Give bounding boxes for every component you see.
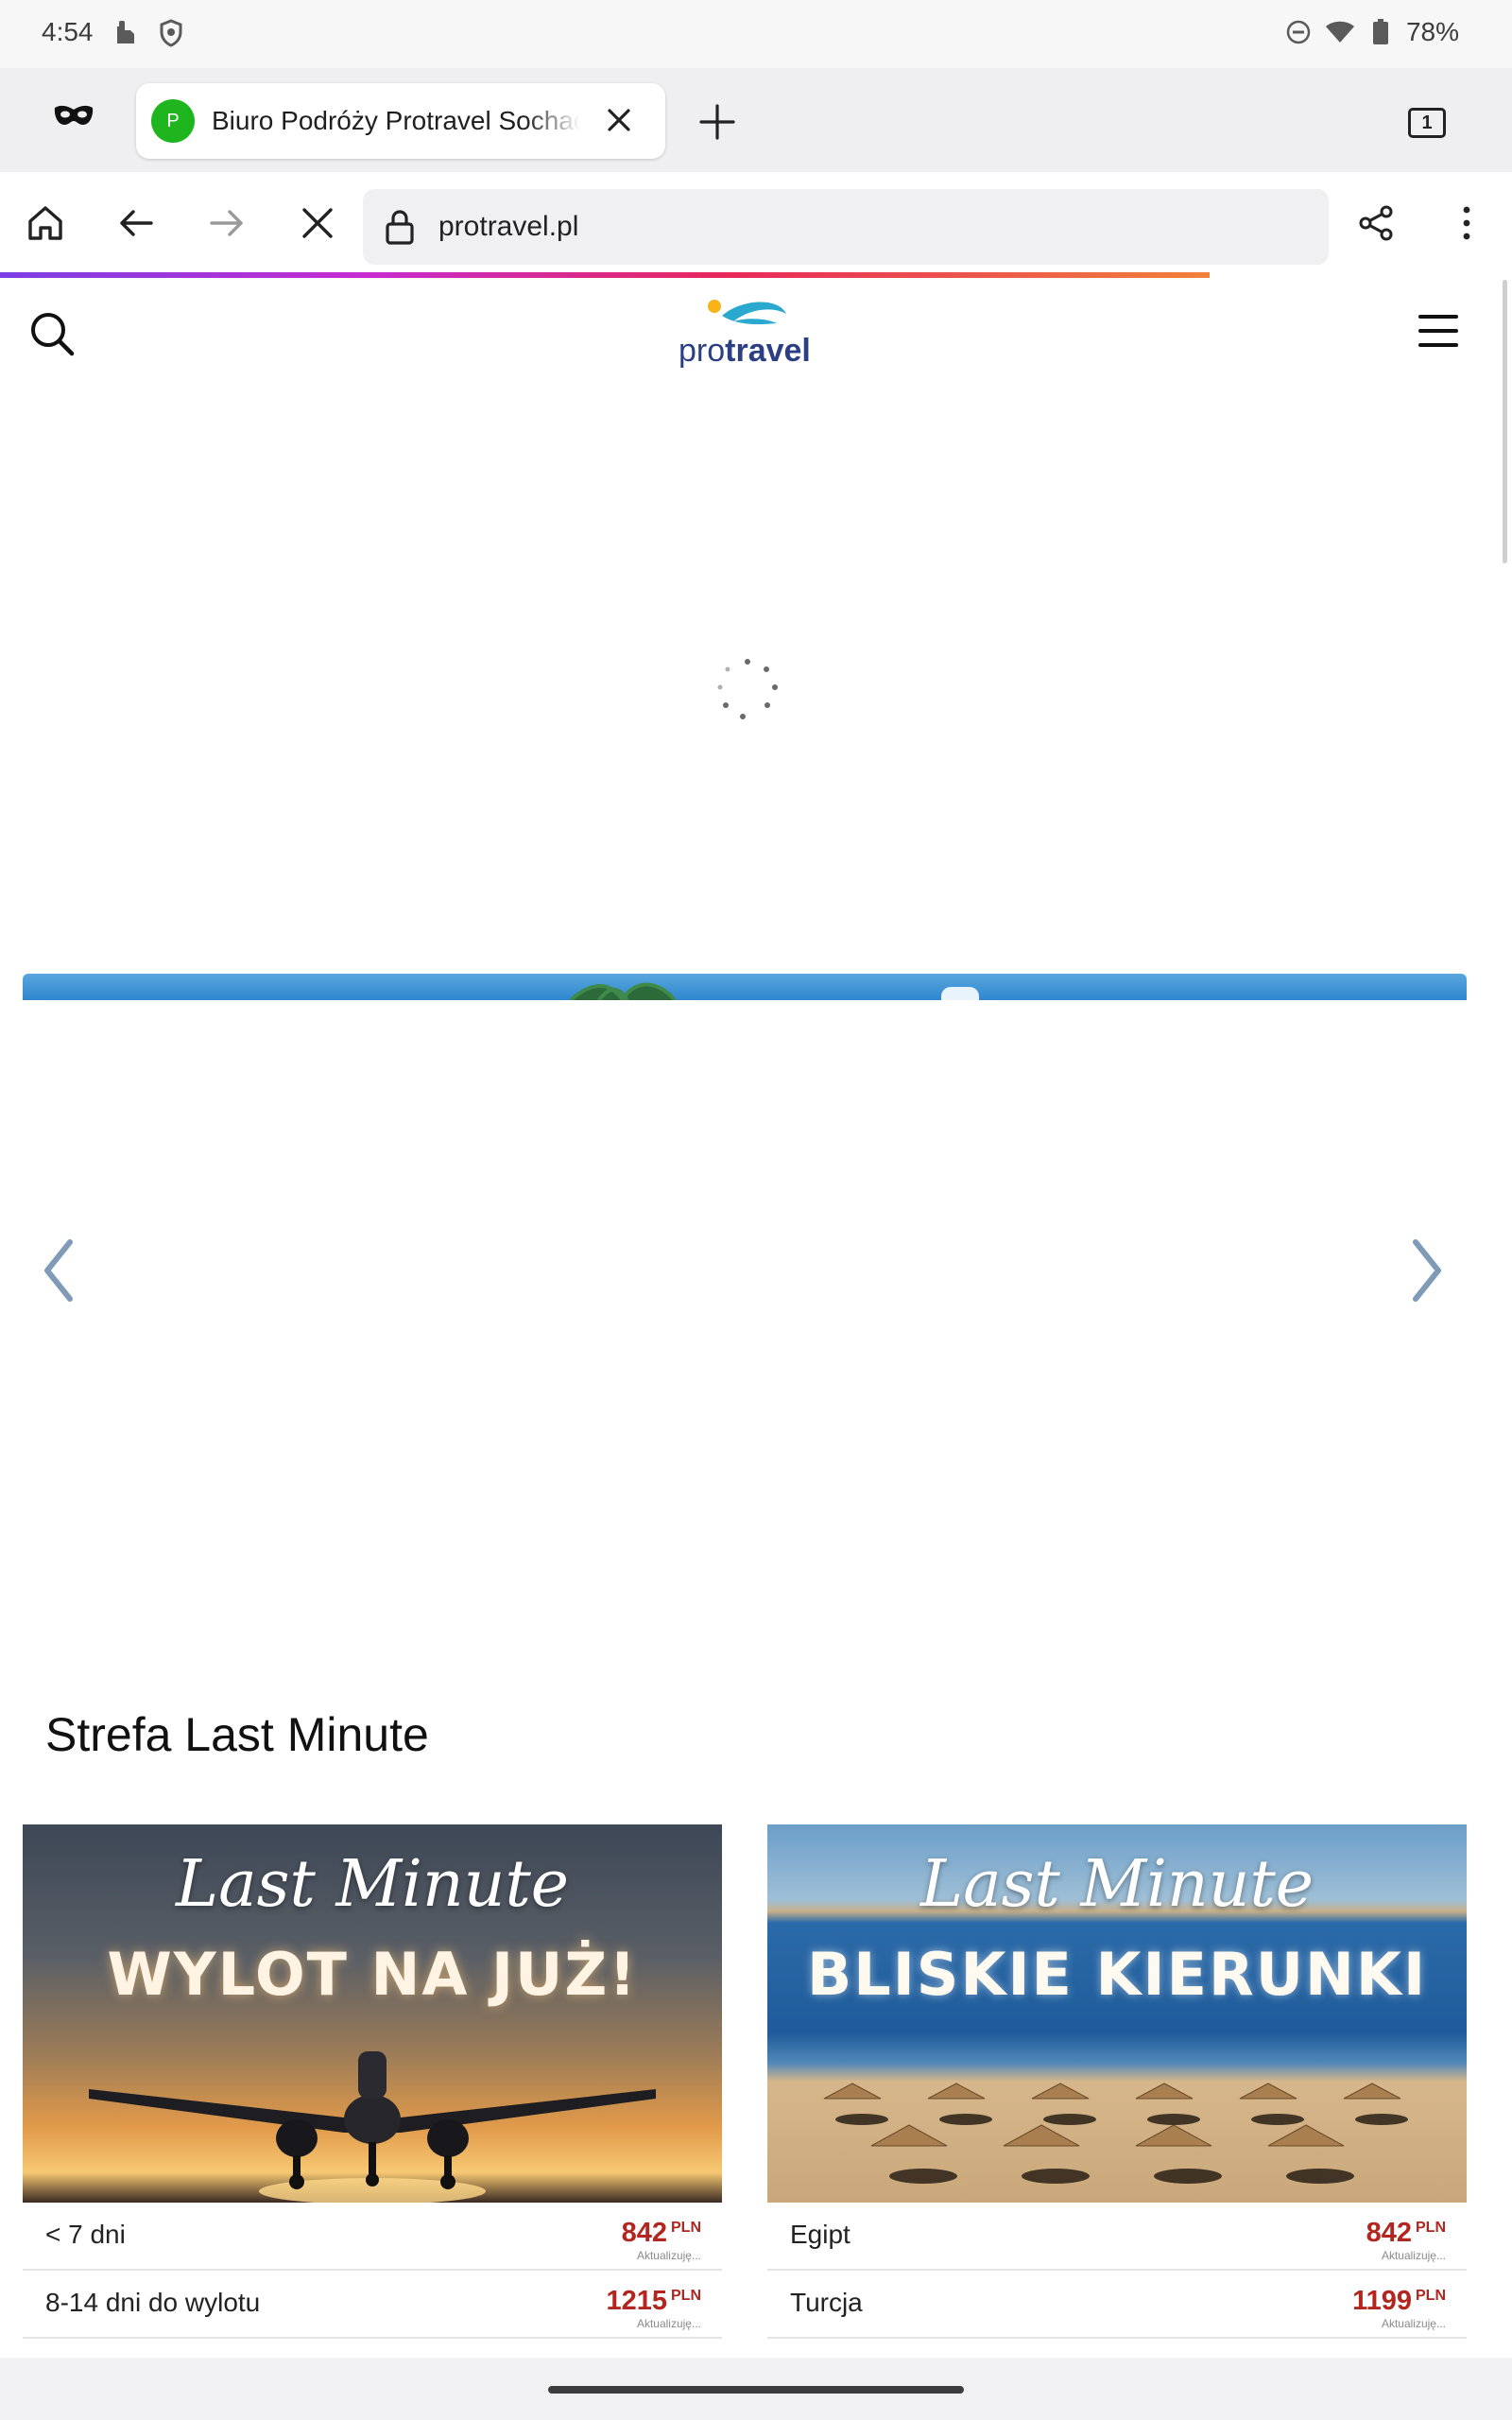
- last-minute-card-fly-now[interactable]: Last Minute WYLOT NA JUŻ! < 7 dni 842 PLN: [23, 1824, 722, 2339]
- address-bar[interactable]: protravel.pl: [363, 189, 1329, 265]
- notification-icon: [117, 21, 134, 43]
- back-arrow-icon[interactable]: [115, 202, 157, 244]
- row-price: 1215 PLN Aktualizuję...: [606, 2286, 701, 2330]
- private-browsing-icon[interactable]: [53, 102, 94, 130]
- page-scrollbar[interactable]: [1503, 280, 1507, 563]
- row-price: 842 PLN Aktualizuję...: [1366, 2218, 1446, 2262]
- last-minute-card-near-destinations[interactable]: Last Minute BLISKIE KIERUNKI Egipt 842 PL…: [767, 1824, 1467, 2339]
- web-page: protravel Strefa Last Minute Last Minute…: [0, 278, 1512, 2358]
- card-row-turkey[interactable]: Turcja 1199 PLN Aktualizuję...: [767, 2271, 1467, 2339]
- logo-text-travel: travel: [725, 333, 811, 369]
- card-image-beach[interactable]: Last Minute BLISKIE KIERUNKI: [767, 1824, 1467, 2203]
- carousel-next-arrow-icon[interactable]: [1408, 1236, 1446, 1305]
- card-row-8-14-days[interactable]: 8-14 dni do wylotu 1215 PLN Aktualizuję..…: [23, 2271, 722, 2339]
- battery-icon: [1372, 19, 1388, 44]
- row-label[interactable]: 8-14 dni do wylotu: [45, 2288, 260, 2318]
- tab-strip: P Biuro Podróży Protravel Sochaczew 1: [0, 68, 1512, 172]
- price-value: 842: [1366, 2218, 1412, 2248]
- search-icon[interactable]: [26, 308, 77, 359]
- wifi-icon: [1325, 21, 1354, 43]
- price-value: 1199: [1352, 2286, 1412, 2316]
- card-image-airplane[interactable]: Last Minute WYLOT NA JUŻ!: [23, 1824, 722, 2203]
- card-headline: BLISKIE KIERUNKI: [806, 1940, 1428, 2009]
- hamburger-menu-icon[interactable]: [1418, 312, 1459, 350]
- section-title-last-minute: Strefa Last Minute: [45, 1708, 429, 1761]
- loading-spinner-icon: [717, 659, 778, 719]
- close-tab-icon[interactable]: [603, 104, 635, 136]
- price-update-note: Aktualizuję...: [636, 2249, 701, 2262]
- beach-umbrellas-graphic: [823, 2083, 1408, 2184]
- do-not-disturb-icon: [1286, 20, 1311, 44]
- status-right: 78%: [1285, 17, 1459, 47]
- gesture-navigation-bar[interactable]: [548, 2386, 964, 2394]
- system-navigation-area: [0, 2358, 1512, 2420]
- price-currency: PLN: [1416, 2288, 1446, 2304]
- price-update-note: Aktualizuję...: [1381, 2317, 1446, 2330]
- status-bar: 4:54 78%: [0, 0, 1512, 68]
- shield-icon: [160, 19, 182, 47]
- more-menu-icon[interactable]: [1446, 202, 1487, 244]
- price-value: 842: [621, 2218, 667, 2248]
- card-row-egypt[interactable]: Egipt 842 PLN Aktualizuję...: [767, 2203, 1467, 2271]
- row-label[interactable]: Egipt: [790, 2220, 850, 2250]
- browser-toolbar: protravel.pl: [0, 172, 1512, 274]
- price-value: 1215: [606, 2286, 667, 2316]
- site-favicon: P: [151, 99, 195, 143]
- row-label[interactable]: < 7 dni: [45, 2220, 126, 2250]
- battery-percent: 78%: [1405, 17, 1459, 46]
- carousel-prev-arrow-icon[interactable]: [40, 1236, 77, 1305]
- palm-leaves-graphic: [569, 982, 677, 1000]
- card-script-title: Last Minute: [175, 1847, 570, 1922]
- tab-counter-button[interactable]: 1: [1408, 108, 1446, 138]
- row-label[interactable]: Turcja: [790, 2288, 863, 2318]
- price-currency: PLN: [671, 2220, 701, 2236]
- card-row-under-7-days[interactable]: < 7 dni 842 PLN Aktualizuję...: [23, 2203, 722, 2271]
- logo-wordmark: protravel: [679, 333, 811, 370]
- lock-icon[interactable]: [384, 208, 416, 246]
- status-time: 4:54: [42, 17, 94, 46]
- share-icon[interactable]: [1355, 202, 1397, 244]
- row-price: 1199 PLN Aktualizuję...: [1352, 2286, 1446, 2330]
- price-update-note: Aktualizuję...: [636, 2317, 701, 2330]
- new-tab-icon[interactable]: [697, 102, 737, 142]
- url-text[interactable]: protravel.pl: [438, 211, 578, 243]
- home-icon[interactable]: [25, 202, 66, 244]
- price-update-note: Aktualizuję...: [1381, 2249, 1446, 2262]
- price-currency: PLN: [671, 2288, 701, 2304]
- active-tab[interactable]: P Biuro Podróży Protravel Sochaczew: [136, 83, 665, 159]
- row-price: 842 PLN Aktualizuję...: [622, 2218, 701, 2262]
- tab-title: Biuro Podróży Protravel Sochaczew: [212, 106, 580, 135]
- logo-text-pro: pro: [679, 333, 726, 369]
- cloud-graphic: [941, 987, 979, 1000]
- protravel-logo[interactable]: protravel: [675, 295, 816, 371]
- airplane-graphic: [89, 2051, 656, 2203]
- price-currency: PLN: [1416, 2220, 1446, 2236]
- stop-loading-icon[interactable]: [297, 202, 338, 244]
- forward-arrow-icon[interactable]: [206, 202, 248, 244]
- logo-mark: [708, 300, 786, 325]
- card-headline: WYLOT NA JUŻ!: [107, 1940, 638, 2009]
- card-script-title: Last Minute: [919, 1847, 1314, 1922]
- hero-banner[interactable]: [23, 974, 1467, 1000]
- status-left-icons: [112, 19, 183, 47]
